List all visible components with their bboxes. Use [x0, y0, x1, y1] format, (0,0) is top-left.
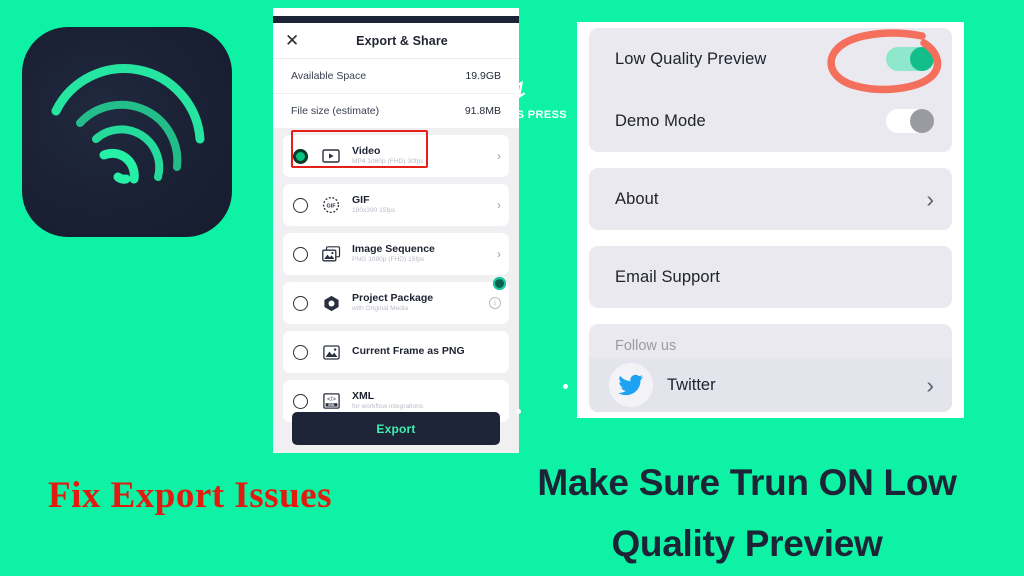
option-subtitle: for workflow integrations [352, 403, 424, 411]
file-size-row: File size (estimate) 91.8MB [273, 94, 519, 129]
setting-label: Low Quality Preview [615, 49, 767, 68]
setting-label: Demo Mode [615, 111, 706, 130]
file-size-label: File size (estimate) [291, 105, 380, 117]
export-option-text: Image Sequence PNG 1080p (FHD) 15fps [352, 243, 493, 265]
demo-mode-toggle[interactable] [886, 109, 934, 133]
export-options-list: Video MP4 1080p (FHD) 30fps › GIF GIF 18… [273, 129, 519, 453]
new-badge-icon [493, 277, 506, 290]
option-title: Current Frame as PNG [352, 345, 465, 358]
setting-label: About [615, 189, 659, 208]
caption-left: Fix Export Issues [48, 475, 332, 516]
image-sequence-icon [321, 245, 341, 263]
caption-right: Make Sure Trun ON Low Quality Preview [470, 452, 1024, 574]
watermark-glyph: ↯ [507, 74, 530, 104]
option-title: XML [352, 390, 375, 403]
available-space-value: 19.9GB [465, 70, 501, 82]
video-icon [321, 147, 341, 165]
watermark-text: MS PRESS [507, 109, 568, 121]
caption-right-line2: Quality Preview [611, 523, 883, 565]
setting-label: Email Support [615, 267, 720, 286]
export-option-video[interactable]: Video MP4 1080p (FHD) 30fps › [283, 135, 509, 177]
svg-text:</>: </> [327, 397, 336, 403]
project-package-icon [321, 294, 341, 312]
decorative-dot [516, 409, 521, 414]
low-quality-preview-toggle[interactable] [886, 47, 934, 71]
sheet-header: ✕ Export & Share [273, 23, 519, 59]
alight-motion-app-icon [22, 27, 232, 237]
gif-icon: GIF [321, 196, 341, 214]
option-title: Image Sequence [352, 243, 435, 256]
picture-icon [321, 343, 341, 361]
setting-row-email-support[interactable]: Email Support [589, 246, 952, 308]
export-share-sheet-panel: ✕ Export & Share Available Space 19.9GB … [273, 8, 519, 453]
radio-image-sequence[interactable] [293, 246, 308, 262]
watermark: ↯ MS PRESS [507, 76, 581, 121]
radio-gif[interactable] [293, 197, 308, 213]
chevron-right-icon[interactable]: › [497, 248, 501, 260]
setting-row-low-quality-preview[interactable]: Low Quality Preview [589, 28, 952, 90]
export-button[interactable]: Export [292, 412, 500, 445]
option-title: Project Package [352, 292, 434, 305]
radio-project-package[interactable] [293, 295, 308, 311]
export-option-current-frame-png[interactable]: Current Frame as PNG [283, 331, 509, 373]
export-option-text: XML for workflow integrations [352, 390, 497, 412]
app-icon-spiral-graphic [51, 64, 205, 184]
export-option-gif[interactable]: GIF GIF 180x390 15fps › [283, 184, 509, 226]
radio-current-frame-png[interactable] [293, 344, 308, 360]
option-subtitle: PNG 1080p (FHD) 15fps [352, 256, 425, 264]
available-space-label: Available Space [291, 70, 367, 82]
setting-row-about[interactable]: About › [589, 168, 952, 230]
caption-right-line1: Make Sure Trun ON Low [537, 462, 957, 503]
toggle-knob [910, 47, 934, 71]
follow-us-group: Follow us Twitter › [589, 324, 952, 412]
export-option-text: Video MP4 1080p (FHD) 30fps [352, 145, 493, 167]
setting-row-demo-mode[interactable]: Demo Mode [589, 90, 952, 152]
export-option-text: Project Package with Original Media [352, 292, 485, 314]
follow-us-heading: Follow us [615, 338, 677, 354]
toggle-knob [910, 109, 934, 133]
radio-video[interactable] [293, 148, 308, 164]
option-subtitle: MP4 1080p (FHD) 30fps [352, 158, 424, 166]
social-row-twitter[interactable]: Twitter › [589, 358, 952, 412]
file-size-value: 91.8MB [464, 105, 501, 117]
svg-text:GIF: GIF [327, 203, 337, 209]
option-title: GIF [352, 194, 370, 207]
export-option-image-sequence[interactable]: Image Sequence PNG 1080p (FHD) 15fps › [283, 233, 509, 275]
decorative-dot [563, 384, 568, 389]
available-space-row: Available Space 19.9GB [273, 59, 519, 94]
export-option-text: Current Frame as PNG [352, 345, 497, 358]
settings-panel: Low Quality Preview Demo Mode About › Em… [577, 22, 964, 418]
info-icon[interactable]: i [489, 297, 501, 309]
twitter-icon [609, 363, 653, 407]
sheet-title: Export & Share [356, 33, 448, 48]
tutorial-screenshot: ✕ Export & Share Available Space 19.9GB … [0, 0, 1024, 576]
xml-icon: </> XML [321, 392, 341, 410]
settings-toggle-group: Low Quality Preview Demo Mode [589, 28, 952, 152]
phone-status-bar [273, 16, 519, 23]
chevron-right-icon[interactable]: › [497, 150, 501, 162]
option-subtitle: 180x390 15fps [352, 207, 396, 215]
chevron-right-icon[interactable]: › [926, 373, 934, 397]
export-option-text: GIF 180x390 15fps [352, 194, 493, 216]
about-group: About › [589, 168, 952, 230]
option-subtitle: with Original Media [352, 305, 409, 313]
export-option-project-package[interactable]: Project Package with Original Media i [283, 277, 509, 324]
chevron-right-icon[interactable]: › [926, 187, 934, 211]
chevron-right-icon[interactable]: › [497, 199, 501, 211]
svg-text:XML: XML [328, 403, 335, 407]
social-name: Twitter [667, 375, 716, 394]
radio-xml[interactable] [293, 393, 308, 409]
option-title: Video [352, 145, 381, 158]
email-support-group: Email Support [589, 246, 952, 308]
